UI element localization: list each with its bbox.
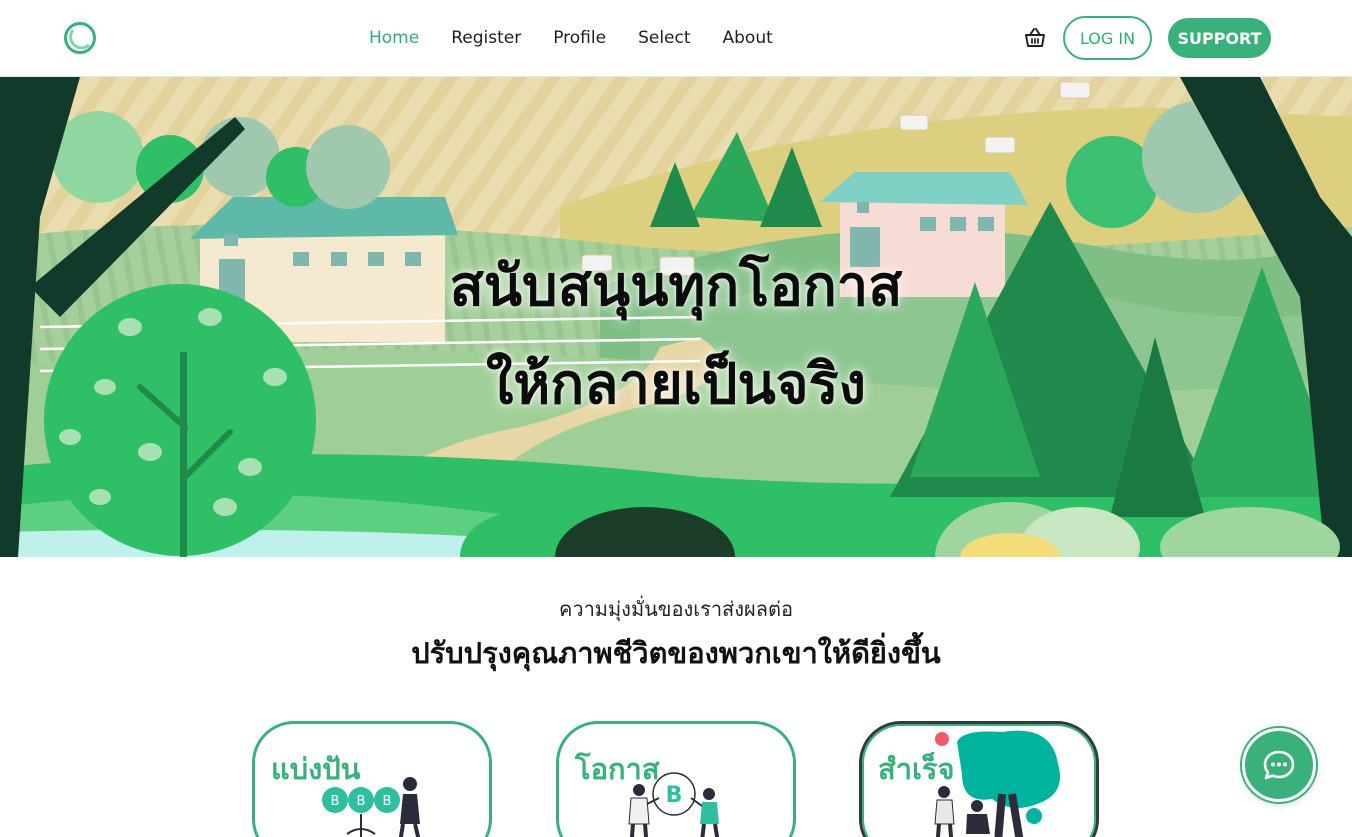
svg-text:B: B bbox=[357, 794, 366, 809]
hero-title-line1: สนับสนุนทุกโอกาส bbox=[449, 254, 903, 319]
hero-title-line2: ให้กลายเป็นจริง bbox=[486, 352, 866, 417]
svg-text:B: B bbox=[383, 794, 392, 809]
nav-register[interactable]: Register bbox=[451, 26, 521, 50]
nav-profile[interactable]: Profile bbox=[553, 26, 606, 50]
main-nav: Home Register Profile Select About bbox=[369, 26, 805, 50]
mission-subtitle: ความมุ่งมั่นของเราส่งผลต่อ bbox=[558, 597, 794, 621]
card-opportunity[interactable]: B โอกาส bbox=[556, 721, 796, 837]
card-success-label: สำเร็จ bbox=[878, 752, 955, 786]
card-share[interactable]: B B B แบ่งปัน bbox=[252, 721, 492, 837]
card-success[interactable]: สำเร็จ bbox=[859, 721, 1099, 837]
chat-button[interactable] bbox=[1242, 728, 1316, 802]
chat-bubble-icon bbox=[1263, 750, 1295, 780]
svg-text:B: B bbox=[331, 794, 340, 809]
svg-text:B: B bbox=[666, 783, 683, 808]
mission-title: ปรับปรุงคุณภาพชีวิตของพวกเขาให้ดียิ่งขึ้… bbox=[411, 636, 941, 670]
nav-home[interactable]: Home bbox=[369, 26, 419, 50]
shopping-basket-icon[interactable] bbox=[1023, 26, 1047, 50]
nav-select[interactable]: Select bbox=[638, 26, 690, 50]
ring-logo-icon[interactable] bbox=[63, 21, 97, 55]
login-button[interactable]: LOG IN bbox=[1063, 16, 1152, 60]
nav-about[interactable]: About bbox=[723, 26, 773, 50]
hero-banner: สนับสนุนทุกโอกาส ให้กลายเป็นจริง bbox=[0, 77, 1352, 557]
card-share-label: แบ่งปัน bbox=[271, 752, 361, 786]
support-button[interactable]: SUPPORT bbox=[1168, 18, 1271, 58]
card-opportunity-label: โอกาส bbox=[575, 752, 660, 786]
top-navbar: Home Register Profile Select About LOG I… bbox=[0, 0, 1352, 77]
